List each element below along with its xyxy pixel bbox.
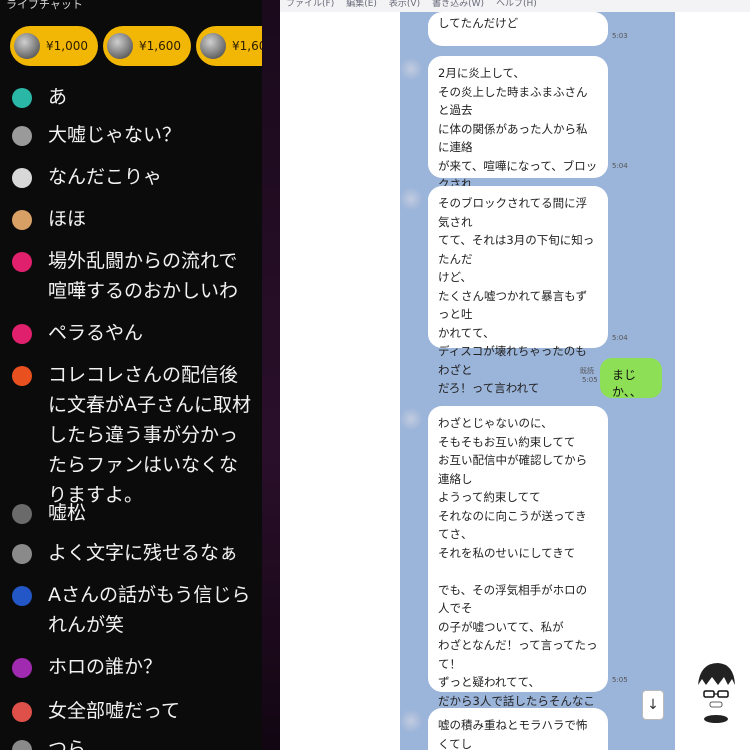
live-chat-panel: ライブチャット ¥1,000 ¥1,600 ¥1,600 あ 大嘘じゃない？ な… [0, 0, 262, 750]
tip-amount: ¥1,600 [139, 39, 181, 53]
avatar [12, 544, 32, 564]
sender-avatar [400, 406, 422, 432]
chat-message-text: よく文字に残せるなぁ [48, 542, 239, 564]
tip-amount: ¥1,600 [232, 39, 262, 53]
message-time: 5:04 [612, 334, 628, 342]
menu-item[interactable]: 書き込み(W) [432, 0, 484, 12]
chat-message-text: ほほ [48, 208, 87, 230]
chat-message-text: 女全部嘘だって [48, 700, 181, 722]
avatar [12, 88, 32, 108]
panel-divider [262, 0, 280, 750]
user-avatar-icon [14, 33, 40, 59]
avatar [12, 366, 32, 386]
message-time: 5:05 [582, 376, 598, 384]
super-chat-ticker: ¥1,000 ¥1,600 ¥1,600 [10, 26, 262, 68]
super-chat-tip[interactable]: ¥1,600 [103, 26, 191, 66]
message-time: 5:05 [612, 676, 628, 684]
message-thread: してたんだけど 5:03 2月に炎上して、 その炎上した時まふまふさんと過去 に… [400, 12, 675, 750]
line-chat-screenshot: ファイル(F) 編集(E) 表示(V) 書き込み(W) ヘルプ(H) してたんだ… [280, 0, 750, 750]
super-chat-tip[interactable]: ¥1,600 [196, 26, 262, 66]
menu-item[interactable]: 編集(E) [346, 0, 377, 12]
received-message-bubble: わざとじゃないのに、 そもそもお互い約束してて お互い配信中が確認してから連絡し… [428, 406, 608, 745]
chat-message-text: 嘘松 [48, 502, 87, 524]
menu-item[interactable]: ヘルプ(H) [496, 0, 537, 12]
sender-avatar [400, 56, 422, 82]
message-time: 5:04 [612, 162, 628, 170]
avatar [12, 702, 32, 722]
received-message-bubble: 嘘の積み重ねとモラハラで怖くてし [428, 708, 608, 750]
arrow-down-icon: ↓ [647, 697, 659, 713]
avatar [12, 324, 32, 344]
read-status: 既読 [580, 367, 594, 375]
avatar [12, 586, 32, 606]
streamer-avatar [695, 663, 737, 723]
chat-message-text: ペラるやん [48, 322, 144, 344]
chat-message-text: ホロの誰か？ [48, 656, 163, 678]
menu-bar: ファイル(F) 編集(E) 表示(V) 書き込み(W) ヘルプ(H) [280, 0, 750, 12]
scroll-down-button[interactable]: ↓ [642, 690, 664, 720]
chat-message-text: 大嘘じゃない？ [48, 124, 182, 146]
sender-avatar [400, 186, 422, 212]
user-avatar-icon [107, 33, 133, 59]
avatar [12, 168, 32, 188]
tip-amount: ¥1,000 [46, 39, 88, 53]
avatar [12, 252, 32, 272]
avatar [12, 658, 32, 678]
chat-message-text: あ [48, 86, 68, 108]
chat-header: ライブチャット [6, 0, 83, 11]
avatar [12, 126, 32, 146]
user-avatar-icon [200, 33, 226, 59]
avatar [12, 210, 32, 230]
chat-message-text: 場外乱闘からの流れで喧嘩するのおかしいわ [48, 250, 239, 302]
received-message-bubble: そのブロックされてる間に浮気され てて、それは3月の下旬に知ったんだ けど、 た… [428, 186, 608, 395]
super-chat-tip[interactable]: ¥1,000 [10, 26, 98, 66]
sender-avatar [400, 708, 422, 734]
avatar [12, 504, 32, 524]
chat-message-text: Aさんの話がもう信じられんが笑 [48, 584, 251, 636]
received-message-bubble: してたんだけど [428, 12, 608, 46]
message-time: 5:03 [612, 32, 628, 40]
chat-message-text: コレコレさんの配信後に文春がA子さんに取材したら違う事が分かったらファンはいなく… [48, 364, 251, 506]
sent-message-bubble: まじか、、 [600, 358, 662, 399]
chat-message-text: なんだこりゃ [48, 166, 163, 188]
chat-message-text: つら [48, 738, 87, 750]
menu-item[interactable]: 表示(V) [389, 0, 420, 12]
avatar [12, 740, 32, 750]
menu-item[interactable]: ファイル(F) [286, 0, 334, 12]
received-message-bubble: 2月に炎上して、 その炎上した時まふまふさんと過去 に体の関係があった人から私に… [428, 56, 608, 210]
